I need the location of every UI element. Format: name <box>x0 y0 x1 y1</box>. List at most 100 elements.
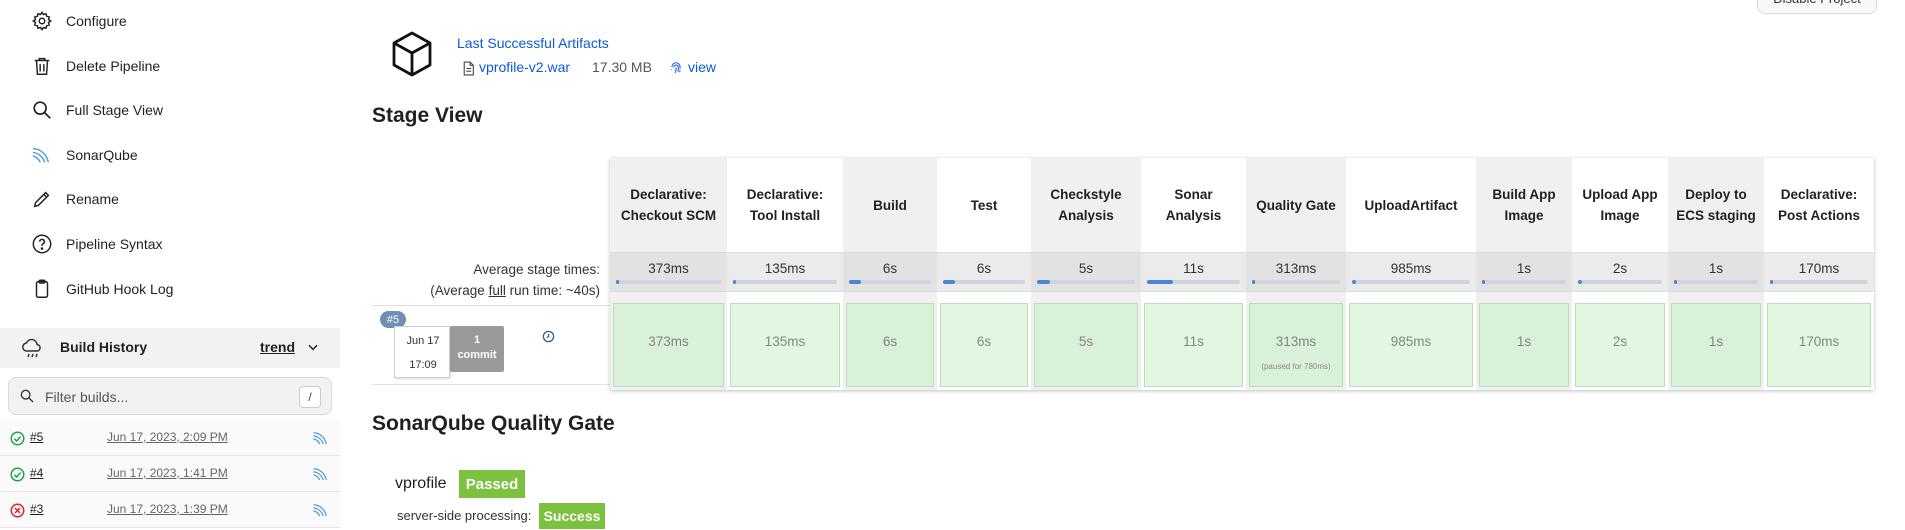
sonarqube-icon[interactable] <box>312 429 330 450</box>
sidebar-item-label: GitHub Hook Log <box>66 281 174 297</box>
stage-cell-success[interactable]: 6s <box>846 303 934 387</box>
build-date-link[interactable]: Jun 17, 2023, 1:41 PM <box>107 466 228 480</box>
stage-header: Test <box>970 197 998 213</box>
stage-cell-success[interactable]: 11s <box>1144 303 1243 387</box>
build-number-link[interactable]: #5 <box>30 430 43 444</box>
stage-cell-success[interactable]: 1s <box>1671 303 1761 387</box>
server-side-processing-label: server-side processing: <box>397 508 532 523</box>
filter-builds-box: / <box>8 377 332 415</box>
stage-average: 135ms <box>727 252 843 292</box>
stage-cell-time: 135ms <box>764 334 806 349</box>
stage-progress-fill <box>1037 280 1050 284</box>
stage-progress-fill <box>1770 280 1773 284</box>
stage-average: 313ms <box>1246 252 1346 292</box>
sidebar-item-delete-pipeline[interactable]: Delete Pipeline <box>30 51 160 81</box>
trash-icon <box>30 54 54 78</box>
artifact-file-link[interactable]: vprofile-v2.war <box>479 59 570 75</box>
sidebar-item-label: Full Stage View <box>66 102 164 118</box>
stage-progress-track <box>943 280 1025 284</box>
stage-progress-fill <box>1352 280 1356 284</box>
commit-count: 1 <box>473 334 481 346</box>
stage-column: Declarative: Checkout SCM 373ms 373ms <box>610 158 727 390</box>
build-number-link[interactable]: #4 <box>30 466 43 480</box>
stage-average-time: 5s <box>1078 261 1094 276</box>
stage-cell-time: 170ms <box>1798 334 1840 349</box>
clock-icon[interactable] <box>542 330 555 346</box>
sidebar-item-configure[interactable]: Configure <box>30 6 127 36</box>
stage-average-time: 6s <box>882 261 898 276</box>
build-date-link[interactable]: Jun 17, 2023, 2:09 PM <box>107 430 228 444</box>
stage-cell-success[interactable]: 6s <box>940 303 1028 387</box>
filter-builds-input[interactable] <box>45 386 285 408</box>
build-time: 17:09 <box>409 359 437 371</box>
stage-column: Sonar Analysis 11s 11s <box>1141 158 1246 390</box>
build-date-link[interactable]: Jun 17, 2023, 1:39 PM <box>107 502 228 516</box>
server-side-processing-badge: Success <box>539 503 605 529</box>
build-number-link[interactable]: #3 <box>30 502 43 516</box>
full-run-link[interactable]: full <box>489 283 506 298</box>
stage-progress-track <box>733 280 837 284</box>
stage-header: Upload App Image <box>1582 187 1658 223</box>
stage-view: Average stage times: (Average full run t… <box>372 158 1874 390</box>
cloud-rain-icon <box>20 336 44 363</box>
last-successful-artifacts-link[interactable]: Last Successful Artifacts <box>457 35 609 51</box>
disable-project-button[interactable]: Disable Project <box>1757 0 1877 14</box>
pencil-icon <box>30 187 54 211</box>
stage-cell-success[interactable]: 135ms <box>730 303 840 387</box>
stage-column: Test 6s 6s <box>937 158 1031 390</box>
stage-cell-time: 6s <box>976 334 992 349</box>
stage-column: Upload App Image 2s 2s <box>1572 158 1668 390</box>
stage-cell-success[interactable]: 373ms <box>613 303 724 387</box>
stage-average: 6s <box>937 252 1031 292</box>
stage-cell-success[interactable]: 1s <box>1479 303 1569 387</box>
build-row[interactable]: #3 Jun 17, 2023, 1:39 PM <box>0 492 340 528</box>
stage-progress-track <box>849 280 931 284</box>
sidebar-item-full-stage-view[interactable]: Full Stage View <box>30 95 163 125</box>
stage-average-time: 313ms <box>1275 261 1317 276</box>
build-row[interactable]: #4 Jun 17, 2023, 1:41 PM <box>0 456 340 492</box>
build-date-card: Jun 17 17:09 <box>394 326 450 378</box>
artifact-size: 17.30 MB <box>592 59 652 75</box>
chevron-down-icon[interactable] <box>306 340 320 357</box>
stage-progress-fill <box>1578 280 1583 284</box>
sonarqube-icon[interactable] <box>312 465 330 486</box>
sonarqube-icon[interactable] <box>312 501 330 522</box>
stage-cell-time: 2s <box>1612 334 1628 349</box>
stage-cell-time: 11s <box>1183 334 1204 349</box>
stage-cell-success[interactable]: 313ms (paused for 780ms) <box>1249 303 1343 387</box>
stage-progress-fill <box>733 280 737 284</box>
stage-header: Deploy to ECS staging <box>1676 187 1756 223</box>
sidebar-item-pipeline-syntax[interactable]: Pipeline Syntax <box>30 229 163 259</box>
stage-cell-success[interactable]: 5s <box>1034 303 1138 387</box>
stage-progress-track <box>1147 280 1240 284</box>
stage-column: Declarative: Tool Install 135ms 135ms <box>727 158 843 390</box>
clipboard-icon <box>30 277 54 301</box>
stage-average: 1s <box>1668 252 1764 292</box>
stage-average: 985ms <box>1346 252 1476 292</box>
sidebar-item-github-hook-log[interactable]: GitHub Hook Log <box>30 274 173 304</box>
stage-column: Build 6s 6s <box>843 158 937 390</box>
trend-link[interactable]: trend <box>260 339 295 355</box>
sonarqube-icon <box>30 143 54 167</box>
sidebar-item-label: SonarQube <box>66 147 138 163</box>
artifact-view-link[interactable]: view <box>688 59 716 75</box>
commit-chip[interactable]: 1 commit <box>450 326 504 372</box>
stage-cell-success[interactable]: 170ms <box>1767 303 1871 387</box>
build-card[interactable]: #5 Jun 17 17:09 1 commit <box>372 305 610 385</box>
stage-cell-success[interactable]: 985ms <box>1349 303 1473 387</box>
keyboard-shortcut-hint: / <box>299 386 321 408</box>
stage-cell-time: 985ms <box>1390 334 1432 349</box>
stage-column: UploadArtifact 985ms 985ms <box>1346 158 1476 390</box>
stage-column: Quality Gate 313ms 313ms (paused for 780ms) <box>1246 158 1346 390</box>
stage-header: Declarative: Tool Install <box>746 187 824 223</box>
stage-header: Checkstyle Analysis <box>1050 187 1122 223</box>
stage-header: Sonar Analysis <box>1165 187 1222 223</box>
sidebar-item-sonarqube[interactable]: SonarQube <box>30 140 138 170</box>
stage-average: 11s <box>1141 252 1246 292</box>
average-stage-times-label: Average stage times: <box>473 262 600 277</box>
sidebar-item-rename[interactable]: Rename <box>30 184 119 214</box>
stage-progress-track <box>1578 280 1662 284</box>
stage-cell-success[interactable]: 2s <box>1575 303 1665 387</box>
build-row[interactable]: #5 Jun 17, 2023, 2:09 PM <box>0 420 340 456</box>
stage-header: Quality Gate <box>1256 197 1336 213</box>
